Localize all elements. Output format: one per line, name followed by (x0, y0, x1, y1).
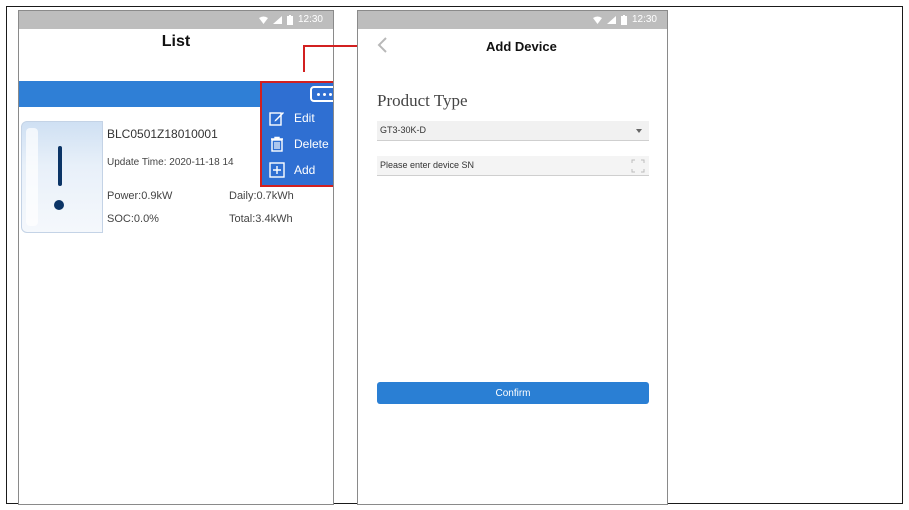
daily-value: Daily:0.7kWh (229, 190, 294, 202)
status-time: 12:30 (297, 14, 323, 25)
device-image (21, 121, 103, 233)
soc-value: SOC:0.0% (107, 213, 159, 225)
status-time: 12:30 (631, 14, 657, 25)
add-device-screen: 12:30 Add Device Product Type GT3-30K-D … (357, 10, 668, 505)
trash-icon (268, 135, 286, 153)
status-bar: 12:30 (358, 11, 667, 29)
back-chevron-icon[interactable] (374, 35, 394, 55)
status-bar: 12:30 (19, 11, 333, 29)
total-value: Total:3.4kWh (229, 213, 293, 225)
wifi-icon (258, 16, 268, 24)
edit-icon (268, 109, 286, 127)
menu-item-edit[interactable]: Edit (268, 107, 315, 129)
product-type-label: Product Type (377, 91, 468, 110)
menu-item-label: Add (294, 163, 316, 177)
scan-icon[interactable] (631, 159, 645, 173)
confirm-button[interactable]: Confirm (377, 382, 649, 404)
menu-item-delete[interactable]: Delete (268, 133, 329, 155)
menu-item-label: Delete (294, 137, 329, 151)
wifi-icon (592, 16, 602, 24)
popup-menu: Edit Delete Add (260, 81, 333, 187)
menu-item-label: Edit (294, 111, 315, 125)
device-sn: BLC0501Z18010001 (107, 127, 218, 141)
signal-icon (272, 15, 282, 24)
product-type-select[interactable]: GT3-30K-D (377, 121, 649, 141)
update-time: Update Time: 2020-11-18 14 (107, 157, 234, 168)
plus-icon (268, 161, 286, 179)
list-screen: 12:30 List BLC0501Z18010001 Update Time:… (18, 10, 334, 505)
product-type-value: GT3-30K-D (380, 125, 427, 135)
signal-icon (606, 15, 616, 24)
chevron-down-icon (636, 129, 642, 133)
sn-placeholder: Please enter device SN (380, 160, 475, 170)
more-button[interactable] (310, 86, 333, 102)
device-sn-input[interactable]: Please enter device SN (377, 156, 649, 176)
power-value: Power:0.9kW (107, 190, 173, 202)
menu-item-add[interactable]: Add (268, 159, 315, 181)
battery-icon (620, 14, 627, 25)
page-title: List (161, 33, 191, 50)
annotation-arrow-stem (303, 46, 305, 72)
page-title: Add Device (486, 39, 557, 54)
battery-icon (286, 14, 293, 25)
